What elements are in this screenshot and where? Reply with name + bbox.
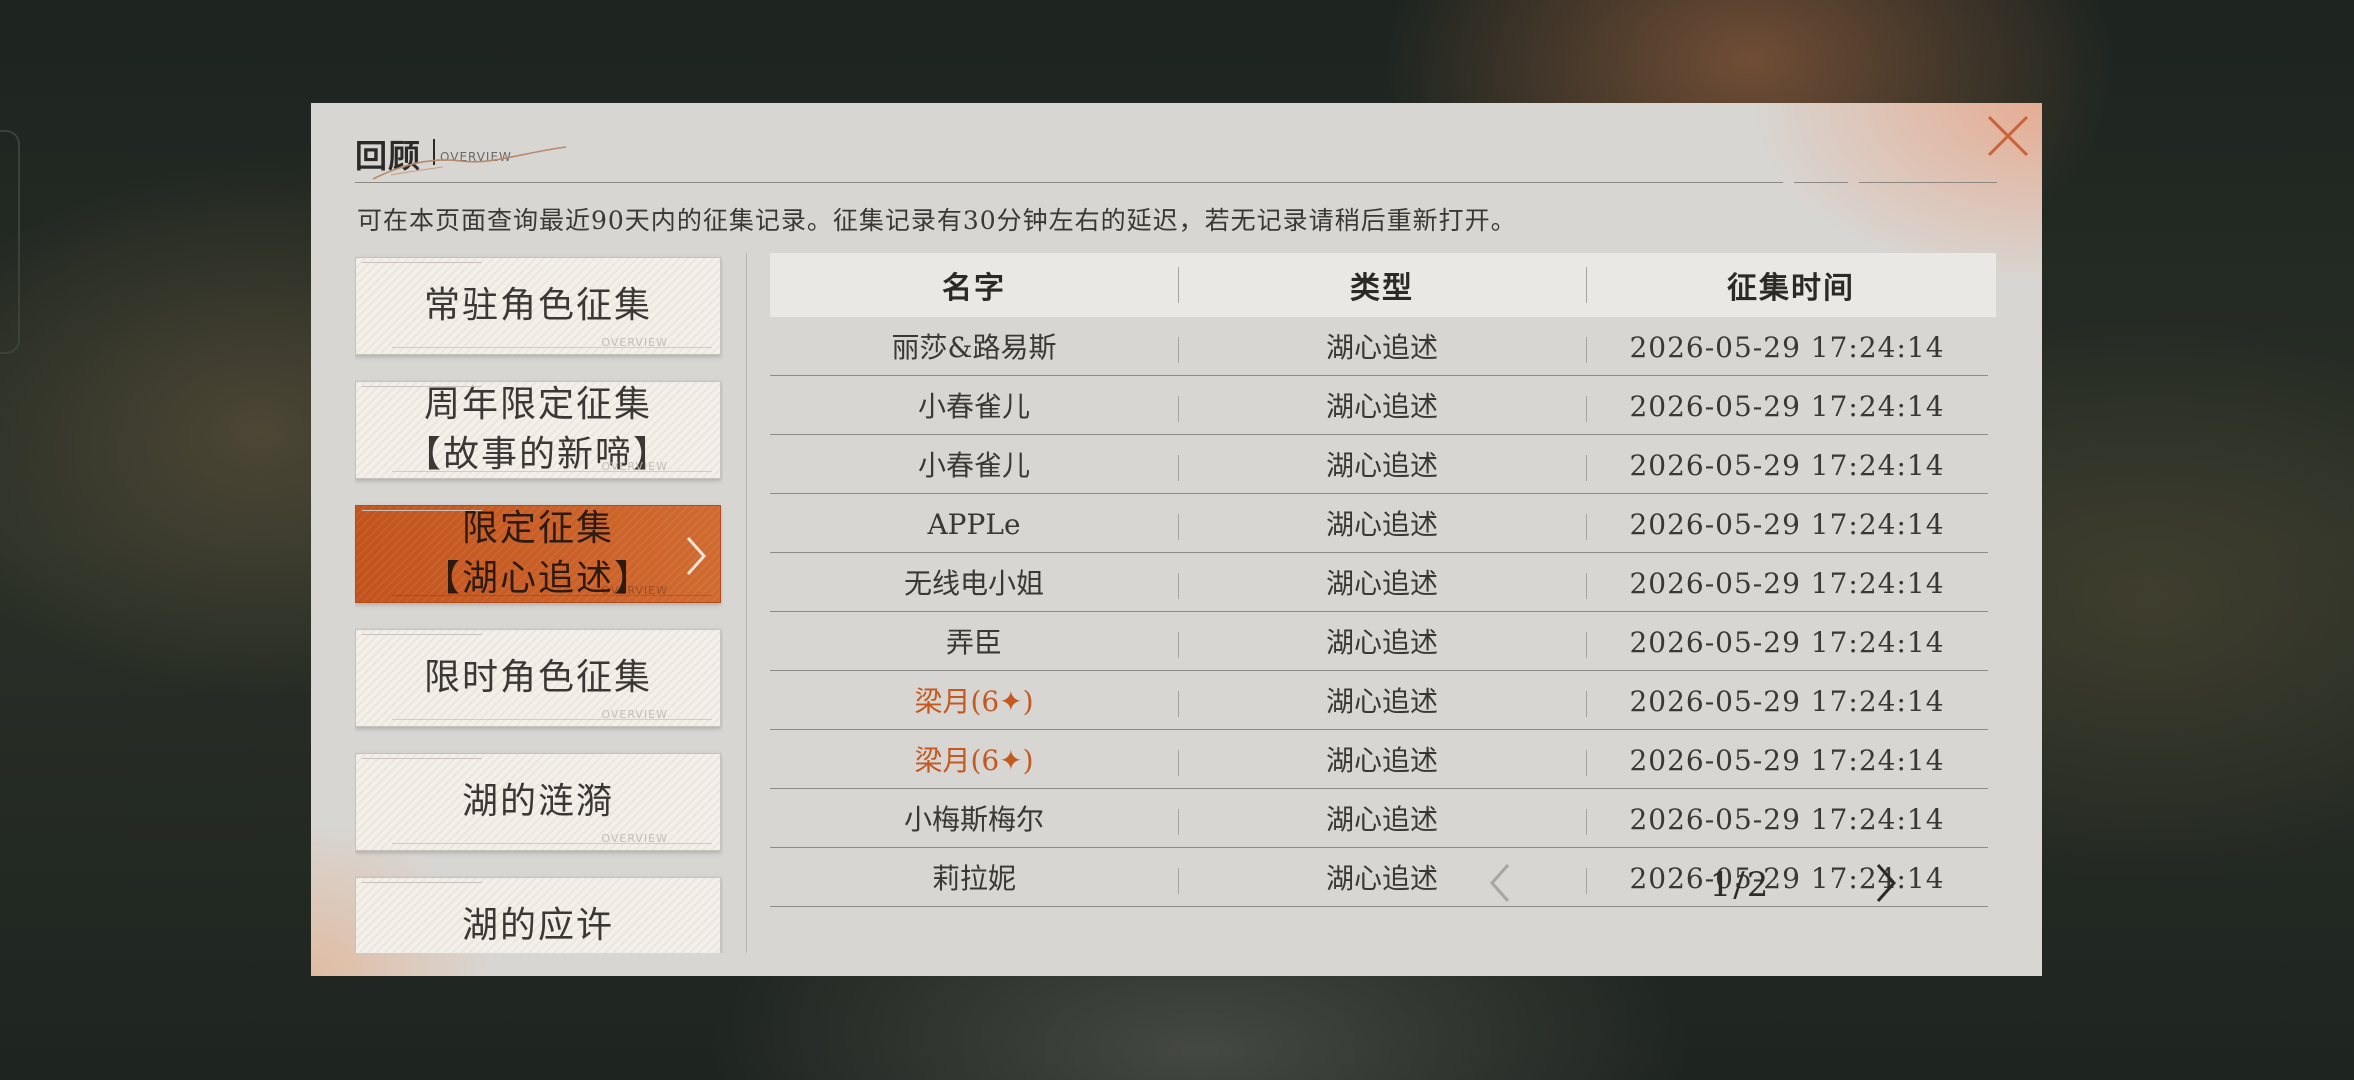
chevron-right-icon: [686, 537, 707, 575]
cell-time: 2026-05-29 17:24:14: [1629, 331, 1945, 364]
table-row: 无线电小姐 湖心追述 2026-05-29 17:24:14: [770, 553, 1988, 612]
title-underline: [355, 182, 1783, 183]
cell-time: 2026-05-29 17:24:14: [1629, 390, 1945, 423]
cell-time: 2026-05-29 17:24:14: [1629, 685, 1945, 718]
card-deco-line: [362, 634, 482, 635]
cell-name: 梁月(6✦): [914, 685, 1034, 718]
category-item-limited-active[interactable]: OVERVIEW 限定征集 【湖心追述】: [355, 505, 721, 603]
table-row: 小春雀儿 湖心追述 2026-05-29 17:24:14: [770, 376, 1988, 435]
cell-type: 湖心追述: [1325, 803, 1438, 836]
header-type: 类型: [1350, 271, 1414, 306]
pagination: 1/2: [770, 853, 1996, 913]
cell-name: 无线电小姐: [903, 567, 1044, 600]
category-item-standard[interactable]: OVERVIEW 常驻角色征集: [355, 257, 721, 355]
category-list[interactable]: OVERVIEW 常驻角色征集 OVERVIEW 周年限定征集 【故事的新啼】 O…: [355, 253, 723, 953]
category-item-anniversary[interactable]: OVERVIEW 周年限定征集 【故事的新啼】: [355, 381, 721, 479]
cell-time: 2026-05-29 17:24:14: [1629, 803, 1945, 836]
category-label: 湖的应许: [461, 905, 614, 946]
card-deco-watermark: OVERVIEW: [601, 460, 668, 473]
card-deco-watermark: OVERVIEW: [601, 832, 668, 845]
header-time: 征集时间: [1727, 271, 1855, 306]
table-row: 小梅斯梅尔 湖心追述 2026-05-29 17:24:14: [770, 789, 1988, 848]
cell-type: 湖心追述: [1325, 567, 1438, 600]
panel-divider: [746, 253, 747, 953]
category-label: 湖的涟漪: [461, 781, 614, 822]
cell-time: 2026-05-29 17:24:14: [1629, 449, 1945, 482]
cell-time: 2026-05-29 17:24:14: [1629, 508, 1945, 541]
table-row: 弄臣 湖心追述 2026-05-29 17:24:14: [770, 612, 1988, 671]
page-indicator: 1/2: [1709, 865, 1771, 905]
table-row: 小春雀儿 湖心追述 2026-05-29 17:24:14: [770, 435, 1988, 494]
cell-time: 2026-05-29 17:24:14: [1629, 744, 1945, 777]
cell-type: 湖心追述: [1325, 331, 1438, 364]
close-button[interactable]: [1983, 111, 2033, 161]
card-deco-watermark: OVERVIEW: [601, 336, 668, 349]
category-item-lake-promise[interactable]: 湖的应许: [355, 877, 721, 953]
chevron-right-icon[interactable]: [1870, 861, 1900, 905]
card-deco-line: [362, 510, 482, 511]
history-dialog: 回顾 OVERVIEW 可在本页面查询最近90天内的征集记录。征集记录有30分钟…: [311, 103, 2042, 976]
table-body: 丽莎&路易斯 湖心追述 2026-05-29 17:24:14 小春雀儿 湖心追述 202…: [770, 317, 1996, 907]
card-deco-watermark: OVERVIEW: [601, 708, 668, 721]
table-row: 梁月(6✦) 湖心追述 2026-05-29 17:24:14: [770, 730, 1988, 789]
cell-name: 弄臣: [945, 626, 1002, 659]
title-underline-short: [1794, 182, 1848, 183]
title-underline-end: [1859, 182, 1997, 183]
card-deco-watermark: OVERVIEW: [601, 584, 668, 597]
card-deco-line: [362, 386, 482, 387]
cell-time: 2026-05-29 17:24:14: [1629, 626, 1945, 659]
cell-name: 梁月(6✦): [914, 744, 1034, 777]
category-item-limited-time[interactable]: OVERVIEW 限时角色征集: [355, 629, 721, 727]
cell-type: 湖心追述: [1325, 508, 1438, 541]
cell-name: 丽莎&路易斯: [891, 331, 1057, 364]
cell-name: 小春雀儿: [917, 449, 1030, 482]
category-label: 限时角色征集: [423, 657, 652, 698]
card-deco-line: [362, 758, 482, 759]
cell-type: 湖心追述: [1325, 744, 1438, 777]
cell-type: 湖心追述: [1325, 390, 1438, 423]
card-deco-line: [362, 882, 482, 883]
table-row: 梁月(6✦) 湖心追述 2026-05-29 17:24:14: [770, 671, 1988, 730]
cell-name: 小春雀儿: [917, 390, 1030, 423]
chevron-left-icon[interactable]: [1486, 861, 1516, 905]
category-label: 常驻角色征集: [423, 285, 652, 326]
card-deco-line: [362, 262, 482, 263]
category-item-lake-ripple[interactable]: OVERVIEW 湖的涟漪: [355, 753, 721, 851]
table-row: APPLe 湖心追述 2026-05-29 17:24:14: [770, 494, 1988, 553]
cell-type: 湖心追述: [1325, 449, 1438, 482]
cell-name: APPLe: [927, 508, 1021, 541]
cell-type: 湖心追述: [1325, 626, 1438, 659]
side-edge-tab: [0, 130, 20, 354]
cell-name: 小梅斯梅尔: [903, 803, 1044, 836]
cell-type: 湖心追述: [1325, 685, 1438, 718]
table-header: 名字 类型 征集时间: [770, 253, 1996, 317]
table-row: 丽莎&路易斯 湖心追述 2026-05-29 17:24:14: [770, 317, 1988, 376]
cell-time: 2026-05-29 17:24:14: [1629, 567, 1945, 600]
notice-text: 可在本页面查询最近90天内的征集记录。征集记录有30分钟左右的延迟，若无记录请稍…: [357, 206, 1517, 235]
header-name: 名字: [942, 271, 1006, 306]
records-table: 名字 类型 征集时间 丽莎&路易斯 湖心追述 2026-05-29 17:24:14…: [770, 253, 1996, 907]
signature-swash-icon: [372, 146, 567, 180]
